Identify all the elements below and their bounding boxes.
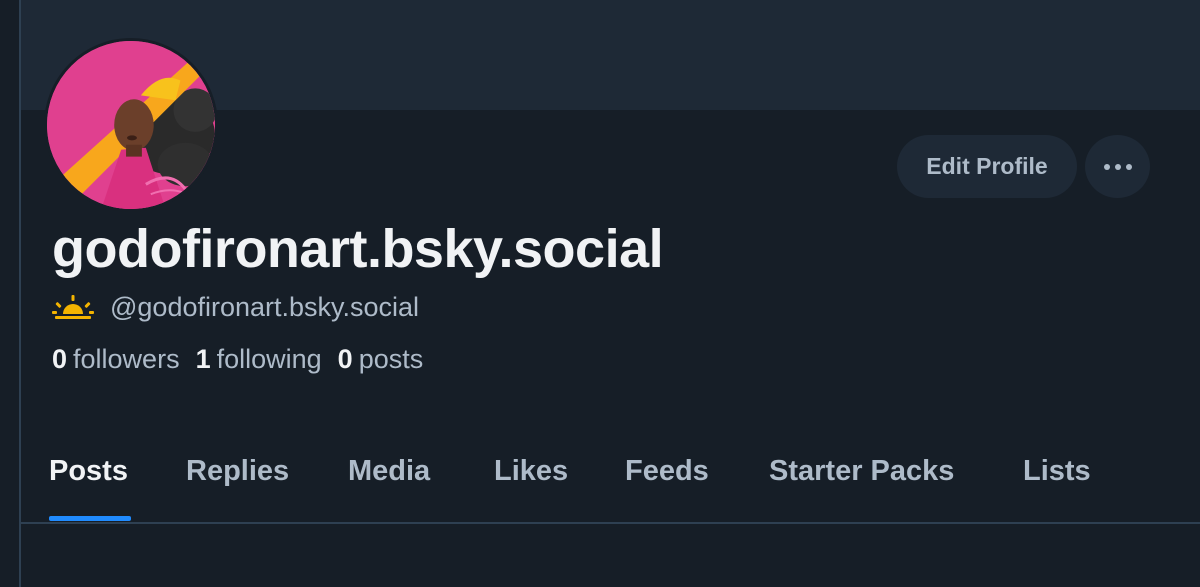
- tab-starter-packs[interactable]: Starter Packs: [769, 455, 954, 488]
- posts-label: posts: [358, 343, 424, 374]
- tabs-divider: [21, 522, 1200, 524]
- profile-page: Edit Profile godofironart.bsky.social @g…: [0, 0, 1200, 587]
- following-label: following: [216, 343, 322, 374]
- followers-stat[interactable]: 0 followers: [52, 344, 180, 375]
- ellipsis-icon: [1103, 163, 1132, 170]
- following-stat[interactable]: 1 following: [196, 344, 322, 375]
- edit-profile-label: Edit Profile: [926, 153, 1048, 179]
- profile-handle: @godofironart.bsky.social: [110, 291, 420, 322]
- tab-likes[interactable]: Likes: [494, 455, 568, 488]
- followers-count: 0: [52, 343, 68, 374]
- followers-label: followers: [73, 343, 180, 374]
- tab-media[interactable]: Media: [348, 455, 430, 488]
- tab-feeds[interactable]: Feeds: [625, 455, 709, 488]
- profile-stats: 0 followers 1 following 0 posts: [52, 342, 439, 376]
- sunrise-icon: [52, 295, 94, 319]
- avatar-illustration-icon: [47, 41, 215, 209]
- profile-avatar[interactable]: [44, 38, 218, 212]
- posts-count: 0: [337, 343, 353, 374]
- active-tab-indicator: [49, 516, 131, 521]
- edit-profile-button[interactable]: Edit Profile: [897, 135, 1077, 198]
- tab-posts[interactable]: Posts: [49, 455, 128, 488]
- following-count: 1: [195, 343, 211, 374]
- more-options-button[interactable]: [1085, 135, 1150, 198]
- display-name: godofironart.bsky.social: [52, 219, 664, 279]
- tab-lists[interactable]: Lists: [1023, 455, 1091, 488]
- posts-stat: 0 posts: [338, 344, 424, 375]
- tab-replies[interactable]: Replies: [186, 455, 289, 488]
- handle-row: @godofironart.bsky.social: [52, 290, 419, 324]
- profile-tabs: Posts Replies Media Likes Feeds Starter …: [21, 425, 1200, 522]
